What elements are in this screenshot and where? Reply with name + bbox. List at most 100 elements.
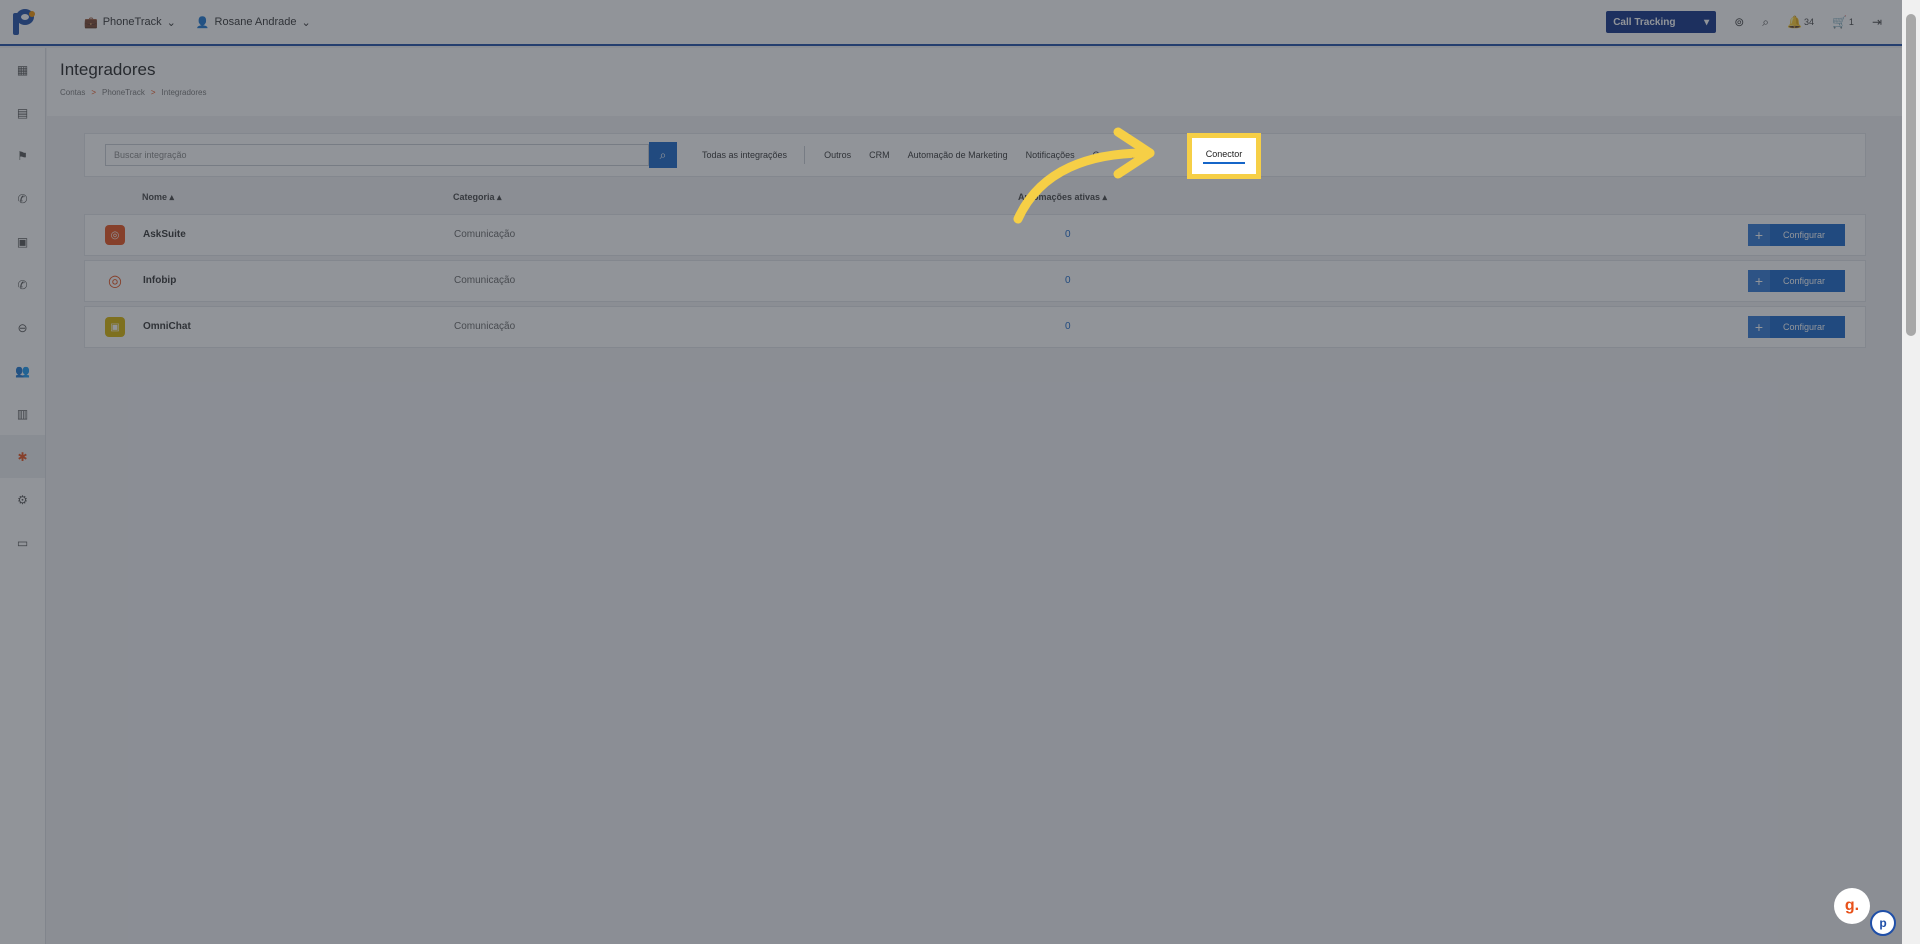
tab-connector[interactable]: Conector: [1187, 133, 1261, 179]
integration-name: OmniChat: [143, 321, 191, 332]
column-header-name[interactable]: Nome ▴: [142, 192, 174, 203]
breadcrumb-separator-icon: >: [150, 88, 156, 97]
dashboard-icon: ▦: [16, 62, 29, 77]
tab-crm[interactable]: CRM: [860, 150, 899, 160]
app-widget-icon: p: [1879, 916, 1887, 930]
plus-icon: +: [1748, 270, 1770, 292]
search-icon: ⌕: [659, 147, 667, 162]
tab-notifications[interactable]: Notificações: [1017, 150, 1084, 160]
search-input[interactable]: [105, 144, 649, 166]
table-row: ◎ Infobip Comunicação 0 + Configurar: [84, 260, 1866, 302]
configure-button-label: Configurar: [1783, 230, 1826, 240]
table-row: ▣ OmniChat Comunicação 0 + Configurar: [84, 306, 1866, 348]
phone-icon: ✆: [17, 277, 28, 292]
active-automations[interactable]: 0: [1065, 275, 1071, 286]
sidebar-item-accounts[interactable]: ▤: [0, 91, 45, 134]
category-tabs: Todas as integrações Outros CRM Automaçã…: [693, 146, 1157, 164]
tab-marketing-automation[interactable]: Automação de Marketing: [899, 150, 1017, 160]
breadcrumb-item[interactable]: PhoneTrack: [102, 88, 145, 97]
infobip-logo-icon: ◎: [105, 271, 125, 291]
active-automations[interactable]: 0: [1065, 321, 1071, 332]
tab-communication[interactable]: Comunicação: [1084, 150, 1157, 160]
briefcase-icon: 💼: [84, 16, 98, 29]
configure-button[interactable]: + Configurar: [1748, 270, 1845, 292]
puzzle-icon: ✱: [17, 449, 28, 464]
integration-category: Comunicação: [454, 321, 516, 332]
sidebar-item-reports[interactable]: ▥: [0, 392, 45, 435]
tab-all[interactable]: Todas as integrações: [693, 150, 796, 160]
sidebar-item-contacts[interactable]: ▣: [0, 220, 45, 263]
cart-icon: 🛒: [1831, 15, 1847, 29]
tab-others[interactable]: Outros: [815, 150, 860, 160]
product-select-label: Call Tracking: [1613, 16, 1676, 28]
scrollbar-thumb[interactable]: [1906, 14, 1916, 336]
top-bar: 💼 PhoneTrack ⌄ 👤 Rosane Andrade ⌄ Call T…: [0, 0, 1902, 46]
column-header-active[interactable]: Automações ativas ▴: [1018, 192, 1107, 203]
active-tab-underline: [1203, 161, 1245, 164]
filter-bar: ⌕ Todas as integrações Outros CRM Automa…: [84, 133, 1866, 177]
reports-icon: ▥: [16, 406, 29, 421]
sidebar-item-store[interactable]: ▭: [0, 521, 45, 564]
bell-icon: 🔔: [1787, 15, 1802, 29]
caret-down-icon: ▾: [1704, 16, 1710, 28]
omnichat-logo-icon: ▣: [105, 317, 125, 337]
chevron-down-icon: ⌄: [301, 16, 311, 29]
phone-icon: ✆: [17, 191, 28, 206]
configure-button-label: Configurar: [1783, 322, 1826, 332]
table-row: ◎ AskSuite Comunicação 0 + Configurar: [84, 214, 1866, 256]
chat-widget-button[interactable]: g.: [1834, 888, 1870, 924]
product-select[interactable]: Call Tracking ▾: [1606, 11, 1717, 33]
page-title: Integradores: [60, 60, 156, 79]
breadcrumb-item: Integradores: [161, 88, 207, 97]
help-icon[interactable]: ⊚: [1734, 15, 1744, 29]
scrollbar[interactable]: [1902, 0, 1920, 944]
account-menu[interactable]: 💼 PhoneTrack ⌄: [84, 16, 176, 29]
gear-icon: ⚙: [17, 492, 28, 507]
sidebar-item-calls[interactable]: ✆: [0, 177, 45, 220]
sidebar: ▦ ▤ ⚑ ✆ ▣ ✆ ⊖ 👥 ▥ ✱ ⚙ ▭: [0, 48, 46, 944]
asksuite-logo-icon: ◎: [105, 225, 125, 245]
page-header: Integradores Contas > PhoneTrack > Integ…: [47, 48, 1902, 116]
configure-button[interactable]: + Configurar: [1748, 316, 1845, 338]
sidebar-item-telephony[interactable]: ✆: [0, 263, 45, 306]
sidebar-item-settings[interactable]: ⚙: [0, 478, 45, 521]
flag-icon: ⚑: [17, 148, 28, 163]
active-automations[interactable]: 0: [1065, 229, 1071, 240]
cart-count: 1: [1848, 17, 1854, 27]
notifications-button[interactable]: 🔔 34: [1787, 15, 1814, 29]
logout-icon[interactable]: ⇥: [1872, 15, 1882, 29]
contact-card-icon: ▣: [16, 234, 29, 249]
sidebar-item-integrations[interactable]: ✱: [0, 435, 45, 478]
sidebar-item-campaigns[interactable]: ⚑: [0, 134, 45, 177]
sidebar-item-dashboard[interactable]: ▦: [0, 48, 45, 91]
table-header: Nome ▴ Categoria ▴ Automações ativas ▴: [84, 185, 1866, 209]
chevron-down-icon: ⌄: [166, 16, 176, 29]
app-logo[interactable]: [0, 0, 46, 45]
search-icon[interactable]: ⌕: [1762, 15, 1769, 30]
breadcrumb-separator-icon: >: [91, 88, 97, 97]
configure-button[interactable]: + Configurar: [1748, 224, 1845, 246]
chat-widget-icon: g.: [1844, 897, 1860, 914]
user-icon: 👤: [195, 16, 210, 29]
breadcrumb: Contas > PhoneTrack > Integradores: [60, 88, 1889, 97]
sidebar-item-users[interactable]: 👥: [0, 349, 45, 392]
users-icon: 👥: [15, 363, 30, 378]
column-header-category[interactable]: Categoria ▴: [453, 192, 502, 203]
chat-icon: ⊖: [17, 320, 28, 335]
plus-icon: +: [1748, 224, 1770, 246]
integration-name: Infobip: [143, 275, 177, 286]
account-menu-label: PhoneTrack: [102, 16, 162, 28]
integration-name: AskSuite: [143, 229, 186, 240]
plus-icon: +: [1748, 316, 1770, 338]
breadcrumb-item[interactable]: Contas: [60, 88, 85, 97]
main-content: Integradores Contas > PhoneTrack > Integ…: [47, 48, 1902, 944]
integration-category: Comunicação: [454, 229, 516, 240]
user-menu[interactable]: 👤 Rosane Andrade ⌄: [196, 16, 311, 29]
cart-button[interactable]: 🛒 1: [1832, 15, 1854, 29]
user-menu-label: Rosane Andrade: [214, 16, 297, 28]
integration-category: Comunicação: [454, 275, 516, 286]
tab-connector-label: Conector: [1205, 148, 1243, 159]
app-widget-button[interactable]: p: [1870, 910, 1896, 936]
sidebar-item-chat[interactable]: ⊖: [0, 306, 45, 349]
search-button[interactable]: ⌕: [649, 142, 677, 168]
